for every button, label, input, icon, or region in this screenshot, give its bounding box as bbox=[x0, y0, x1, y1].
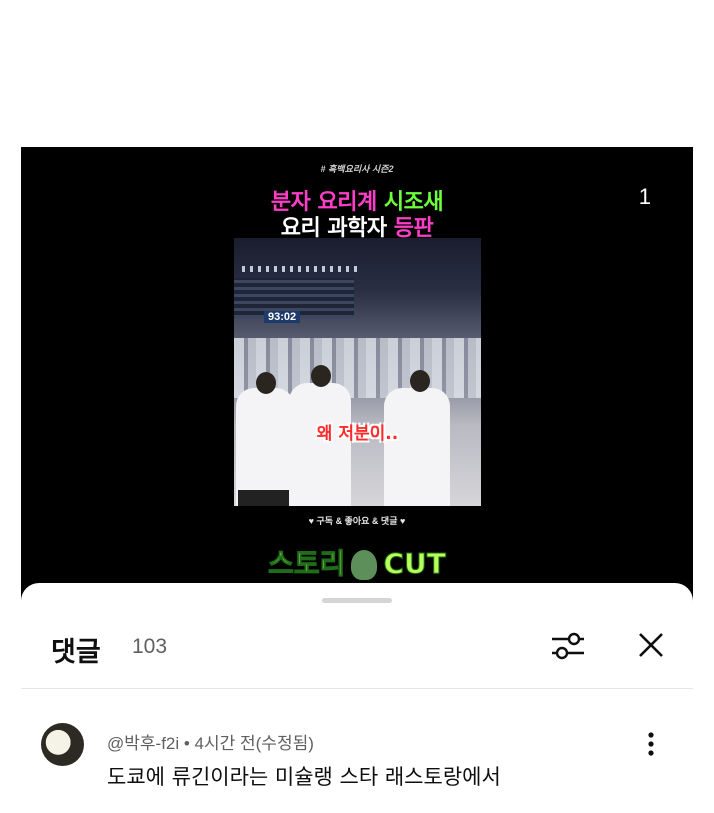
logo-right-text: CUT bbox=[383, 547, 446, 581]
close-button[interactable] bbox=[631, 628, 671, 664]
comment-more-button[interactable] bbox=[641, 728, 661, 760]
video-frame-image: 93:02 왜 저분이.. bbox=[234, 238, 481, 506]
more-vertical-icon bbox=[648, 732, 654, 756]
chef-figure bbox=[236, 372, 300, 506]
stage-lights bbox=[242, 266, 357, 272]
avatar[interactable] bbox=[41, 723, 84, 766]
countdown-timer: 93:02 bbox=[264, 311, 301, 323]
chef-figure bbox=[384, 370, 450, 506]
divider bbox=[21, 688, 693, 689]
subscribe-line: ♥ 구독 & 좋아요 & 댓글 ♥ bbox=[308, 516, 406, 526]
video-hashtag: # 흑백요리사 시즌2 bbox=[320, 164, 394, 174]
comments-sheet: 댓글 103 @박후-f2i • 4시간 전(수정됨) 도쿄에 류긴이라는 미슐… bbox=[21, 583, 693, 813]
comment-text: 도쿄에 류긴이라는 미슐랭 스타 래스토랑에서 bbox=[107, 765, 501, 789]
drag-handle[interactable] bbox=[322, 598, 392, 603]
comments-count: 103 bbox=[132, 635, 168, 658]
page-counter: 1 bbox=[638, 184, 651, 209]
sliders-icon bbox=[552, 632, 584, 660]
channel-logo: 스토리 CUT bbox=[21, 542, 693, 582]
chef-figure bbox=[289, 365, 351, 506]
alien-mascot-icon bbox=[351, 550, 378, 580]
frame-caption: 왜 저분이.. bbox=[316, 424, 399, 444]
close-icon bbox=[639, 633, 663, 657]
video-player[interactable]: # 흑백요리사 시즌2 분자 요리계 시조새 요리 과학자 등판 1 93:02… bbox=[21, 147, 693, 607]
logo-left-text: 스토리 bbox=[268, 547, 346, 581]
comments-title: 댓글 bbox=[51, 637, 101, 668]
sort-filter-button[interactable] bbox=[548, 628, 588, 664]
comment-author-meta[interactable]: @박후-f2i • 4시간 전(수정됨) bbox=[107, 729, 314, 754]
